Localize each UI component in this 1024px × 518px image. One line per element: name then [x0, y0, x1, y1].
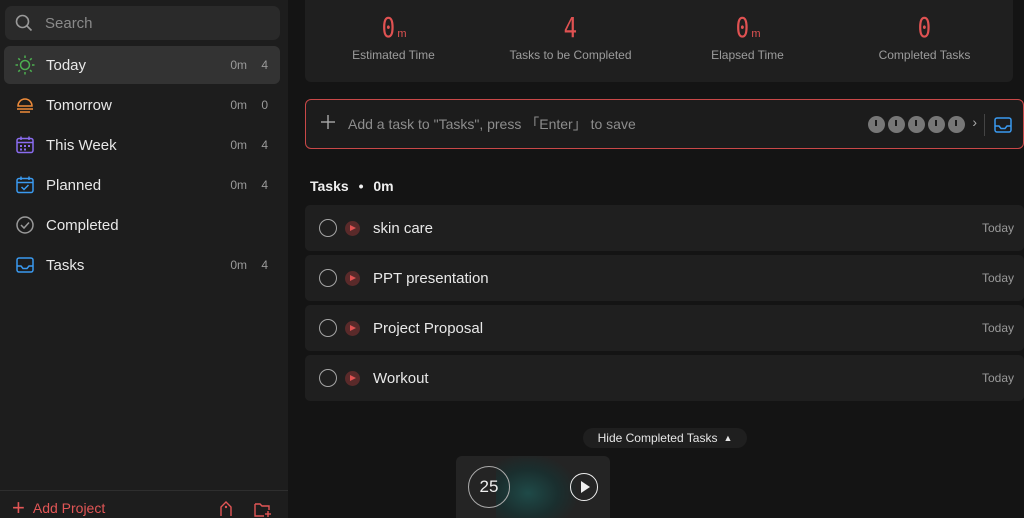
task-row[interactable]: Project Proposal Today	[305, 305, 1024, 351]
sidebar-item-label: Planned	[46, 176, 102, 194]
caret-up-icon: ▲	[723, 433, 733, 443]
task-date: Today	[981, 221, 1014, 235]
stat-tasks-to-complete: 4 Tasks to be Completed	[482, 0, 659, 82]
stat-unit: m	[751, 28, 761, 40]
task-name: skin care	[373, 219, 434, 237]
stat-label: Tasks to be Completed	[509, 48, 632, 62]
section-title: Tasks • 0m	[310, 178, 394, 194]
sidebar-nav: Today 0m 4 Tomorrow 0m 0 This Week 0m 4 …	[4, 46, 280, 286]
sidebar-footer: + Add Project	[0, 490, 288, 518]
add-project-button[interactable]: + Add Project	[12, 495, 106, 518]
play-icon[interactable]	[570, 473, 598, 501]
task-checkbox[interactable]	[319, 319, 337, 337]
task-row[interactable]: Workout Today	[305, 355, 1024, 401]
inbox-icon	[14, 254, 36, 276]
stat-unit: m	[397, 28, 407, 40]
timer-icon[interactable]	[928, 116, 945, 133]
sidebar-item-count: 4	[261, 138, 268, 152]
sidebar-item-count: 4	[261, 178, 268, 192]
play-icon[interactable]	[345, 370, 360, 386]
stat-label: Estimated Time	[352, 48, 435, 62]
task-name: Workout	[373, 369, 429, 387]
stat-value: 0	[382, 11, 396, 44]
task-date: Today	[981, 271, 1014, 285]
divider	[984, 114, 985, 136]
sidebar-item-planned[interactable]: Planned 0m 4	[4, 166, 280, 204]
sidebar-item-label: Tasks	[46, 256, 85, 274]
stat-value: 0	[736, 11, 750, 44]
main-panel: 0m Estimated Time 4 Tasks to be Complete…	[288, 0, 1024, 518]
task-date: Today	[981, 371, 1014, 385]
pomodoro-estimate[interactable]	[868, 116, 965, 133]
stat-label: Elapsed Time	[711, 48, 784, 62]
search-input[interactable]: Search	[5, 6, 280, 40]
timer-minutes: 25	[468, 466, 510, 508]
task-list: skin care Today PPT presentation Today P…	[305, 205, 1024, 405]
sidebar-item-time: 0m	[230, 98, 247, 112]
timer-icon[interactable]	[888, 116, 905, 133]
sidebar-item-label: Completed	[46, 216, 119, 234]
sidebar-item-count: 4	[261, 258, 268, 272]
sidebar: Search Today 0m 4 Tomorrow 0m 0 This Wee…	[0, 0, 288, 518]
play-icon[interactable]	[345, 220, 360, 236]
add-folder-icon[interactable]	[254, 501, 272, 518]
sidebar-item-today[interactable]: Today 0m 4	[4, 46, 280, 84]
stats-panel: 0m Estimated Time 4 Tasks to be Complete…	[305, 0, 1013, 82]
sidebar-item-count: 0	[261, 98, 268, 112]
stat-elapsed-time: 0m Elapsed Time	[659, 0, 836, 82]
task-checkbox[interactable]	[319, 269, 337, 287]
section-separator: •	[358, 178, 364, 194]
add-task-placeholder: Add a task to "Tasks", press 「Enter」 to …	[348, 116, 636, 132]
sunset-icon	[14, 94, 36, 116]
section-name: Tasks	[310, 178, 349, 194]
task-checkbox[interactable]	[319, 369, 337, 387]
calendar-week-icon	[14, 134, 36, 156]
task-name: Project Proposal	[373, 319, 484, 337]
timer-icon[interactable]	[908, 116, 925, 133]
sidebar-item-time: 0m	[230, 258, 247, 272]
task-date: Today	[981, 321, 1014, 335]
plus-icon	[320, 114, 336, 135]
sidebar-item-count: 4	[261, 58, 268, 72]
hide-completed-button[interactable]: Hide Completed Tasks ▲	[583, 428, 747, 448]
sidebar-item-label: Today	[46, 56, 87, 74]
check-circle-icon	[14, 214, 36, 236]
section-time: 0m	[373, 178, 394, 194]
sidebar-item-label: Tomorrow	[46, 96, 112, 114]
search-icon	[15, 14, 33, 32]
task-row[interactable]: skin care Today	[305, 205, 1024, 251]
sidebar-item-time: 0m	[230, 138, 247, 152]
sun-icon	[14, 54, 36, 76]
add-project-label: Add Project	[32, 500, 106, 516]
pomodoro-timer-widget[interactable]: 25	[456, 456, 610, 518]
timer-icon[interactable]	[868, 116, 885, 133]
sidebar-item-time: 0m	[230, 58, 247, 72]
timer-icon[interactable]	[948, 116, 965, 133]
play-icon[interactable]	[345, 270, 360, 286]
sidebar-item-time: 0m	[230, 178, 247, 192]
task-row[interactable]: PPT presentation Today	[305, 255, 1024, 301]
stat-value: 0	[917, 11, 932, 44]
task-name: PPT presentation	[373, 269, 489, 287]
play-icon[interactable]	[345, 320, 360, 336]
plus-icon: +	[12, 495, 25, 518]
search-placeholder: Search	[45, 14, 93, 32]
task-checkbox[interactable]	[319, 219, 337, 237]
sidebar-item-completed[interactable]: Completed	[4, 206, 280, 244]
sidebar-item-tasks[interactable]: Tasks 0m 4	[4, 246, 280, 284]
tag-icon[interactable]	[218, 501, 234, 518]
chevron-right-icon[interactable]: ›	[972, 114, 977, 130]
hide-completed-label: Hide Completed Tasks	[597, 431, 718, 445]
stat-value: 4	[563, 11, 578, 44]
stat-completed-tasks: 0 Completed Tasks	[836, 0, 1013, 82]
add-task-input[interactable]: Add a task to "Tasks", press 「Enter」 to …	[305, 99, 1024, 149]
inbox-icon[interactable]	[993, 115, 1013, 140]
calendar-check-icon	[14, 174, 36, 196]
sidebar-item-tomorrow[interactable]: Tomorrow 0m 0	[4, 86, 280, 124]
sidebar-item-this-week[interactable]: This Week 0m 4	[4, 126, 280, 164]
stat-label: Completed Tasks	[878, 48, 971, 62]
sidebar-item-label: This Week	[46, 136, 117, 154]
stat-estimated-time: 0m Estimated Time	[305, 0, 482, 82]
